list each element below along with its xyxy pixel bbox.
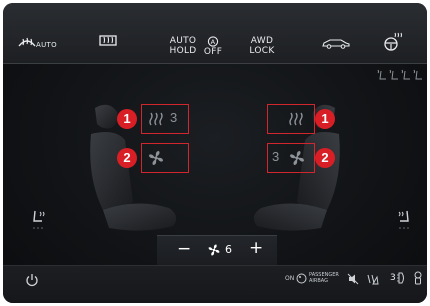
callout-badge-passenger-fan: 2 (315, 148, 335, 168)
auto-stop-icon: A (202, 36, 224, 47)
airbag-icon (296, 273, 307, 284)
steering-heater-button[interactable] (383, 32, 405, 52)
seat-fan-icon (147, 149, 165, 167)
rear-defrost-button[interactable] (98, 34, 120, 50)
auto-label: AUTO (36, 41, 57, 49)
callout-badge-passenger-heat: 1 (315, 109, 335, 129)
fan-increase-button[interactable]: + (249, 238, 263, 258)
auto-stop-off-label: OFF (203, 47, 223, 57)
climate-screen: AUTO AUTO HOLD A OFF AWD LOCK 3 1 2 1 3 … (3, 3, 427, 303)
callout-badge-driver-heat: 1 (117, 109, 137, 129)
callout-badge-driver-fan: 2 (117, 148, 137, 168)
fan-decrease-button[interactable]: − (177, 239, 191, 259)
driver-seat-heater-button[interactable]: 3 (141, 104, 189, 134)
power-icon[interactable] (25, 273, 39, 287)
headlight-level-icon[interactable] (396, 271, 408, 285)
awd-lock-button[interactable]: AWD LOCK (247, 36, 277, 56)
fan-speed-value: 6 (225, 243, 232, 256)
bottom-status-bar: ON PASSENGER AIRBAG 3 (3, 265, 427, 303)
top-control-bar: AUTO AUTO HOLD A OFF AWD LOCK (3, 3, 427, 64)
fan-icon (207, 243, 221, 257)
passenger-seat-vent-button[interactable]: 3 (267, 143, 315, 173)
seat-heat-icon (288, 111, 304, 127)
airbag-on-label: ON (285, 275, 295, 282)
seatbelt-reminder-icon (413, 271, 423, 285)
auto-hold-line1: AUTO (169, 36, 197, 46)
passenger-vent-level: 3 (272, 149, 280, 164)
svg-text:A: A (211, 38, 216, 46)
auto-stop-off-button[interactable]: A OFF (202, 36, 224, 57)
awd-lock-line2: LOCK (249, 46, 275, 56)
auto-hold-line2: HOLD (169, 46, 197, 56)
fan-speed-control: − 6 + (157, 235, 277, 266)
rear-seats-icon[interactable] (377, 69, 425, 83)
awd-lock-line1: AWD (250, 36, 274, 46)
heated-steering-wheel-icon (383, 32, 403, 52)
auto-hold-button[interactable]: AUTO HOLD (164, 36, 202, 56)
passenger-seat-heater-button[interactable] (267, 104, 315, 134)
airbag-label: AIRBAG (309, 278, 329, 284)
rear-defrost-icon (98, 34, 118, 48)
speaker-icon[interactable] (347, 273, 359, 285)
car-icon (321, 37, 351, 49)
seat-heat-icon (148, 111, 164, 127)
passenger-airbag-indicator: ON PASSENGER AIRBAG (285, 272, 341, 286)
driver-seat-vent-shortcut-icon[interactable] (31, 209, 47, 231)
front-defrost-icon (17, 34, 37, 48)
front-defrost-auto-button[interactable]: AUTO (17, 33, 67, 53)
traction-off-icon[interactable] (365, 272, 379, 286)
indicator-level-value: 3 (390, 273, 396, 283)
driver-seat-vent-button[interactable] (141, 143, 189, 173)
driver-heat-level: 3 (170, 110, 178, 125)
passenger-seat-shortcut-icon[interactable] (395, 209, 411, 231)
drive-mode-button[interactable] (321, 37, 353, 51)
seat-fan-icon (288, 149, 306, 167)
